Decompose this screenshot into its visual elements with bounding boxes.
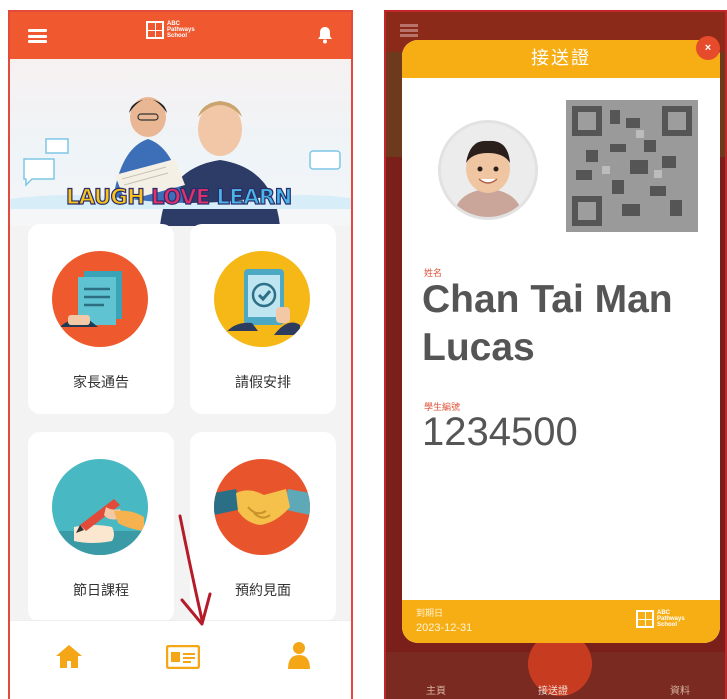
tile-label: 節日課程 xyxy=(73,583,129,599)
tile-label: 請假安排 xyxy=(235,375,291,391)
close-modal-button[interactable]: × xyxy=(696,36,720,60)
banner-slogan: LAUGH LOVE LEARN xyxy=(65,184,292,209)
nav-label-profile: 資料 xyxy=(670,686,690,697)
student-name: Chan Tai Man Lucas xyxy=(422,278,673,369)
handshake-icon xyxy=(214,459,310,555)
tile-parent-notice[interactable]: 家長通告 xyxy=(28,224,174,414)
notice-document-icon xyxy=(52,251,148,347)
card-title: 接送證 xyxy=(402,40,720,78)
tile-leave-arrangement[interactable]: 請假安排 xyxy=(190,224,336,414)
screenshot-stage: ABC Pathways School LAUGH LOVE LEARN 家長通… xyxy=(0,0,727,699)
expiry-date: 2023-12-31 xyxy=(416,622,473,634)
tile-label: 家長通告 xyxy=(73,375,129,391)
tile-festival-course[interactable]: 節日課程 xyxy=(28,432,174,622)
card-footer: 到期日 2023-12-31 ABC Pathways School xyxy=(402,600,720,643)
student-id-value: 1234500 xyxy=(422,410,578,454)
hero-banner: LAUGH LOVE LEARN xyxy=(10,59,351,226)
notification-bell-icon[interactable] xyxy=(317,26,333,48)
school-logo: ABC Pathways School xyxy=(146,21,195,39)
pen-writing-icon xyxy=(52,459,148,555)
id-card-icon[interactable] xyxy=(165,644,201,673)
parent-app-home-screen: ABC Pathways School LAUGH LOVE LEARN 家長通… xyxy=(8,10,353,699)
nav-label-home: 主頁 xyxy=(426,686,446,697)
annotation-arrow xyxy=(178,514,212,626)
expiry-label: 到期日 xyxy=(416,609,444,619)
pickup-card-screen: 主頁 資料 接送證 接送證 姓名 Chan Tai Man Lucas 學生編號… xyxy=(384,10,727,699)
school-logo: ABC Pathways School xyxy=(636,610,685,628)
top-bar: ABC Pathways School xyxy=(10,12,351,59)
student-photo xyxy=(438,120,538,220)
home-icon[interactable] xyxy=(54,643,84,673)
menu-icon xyxy=(400,24,418,37)
pickup-card-modal: 接送證 姓名 Chan Tai Man Lucas 學生編號 1234500 到… xyxy=(402,40,720,643)
tablet-check-icon xyxy=(214,251,310,347)
pickup-qr-code xyxy=(566,100,698,232)
user-icon[interactable] xyxy=(288,641,310,673)
nav-label-pickup-card: 接送證 xyxy=(538,686,568,697)
menu-icon[interactable] xyxy=(28,29,47,43)
